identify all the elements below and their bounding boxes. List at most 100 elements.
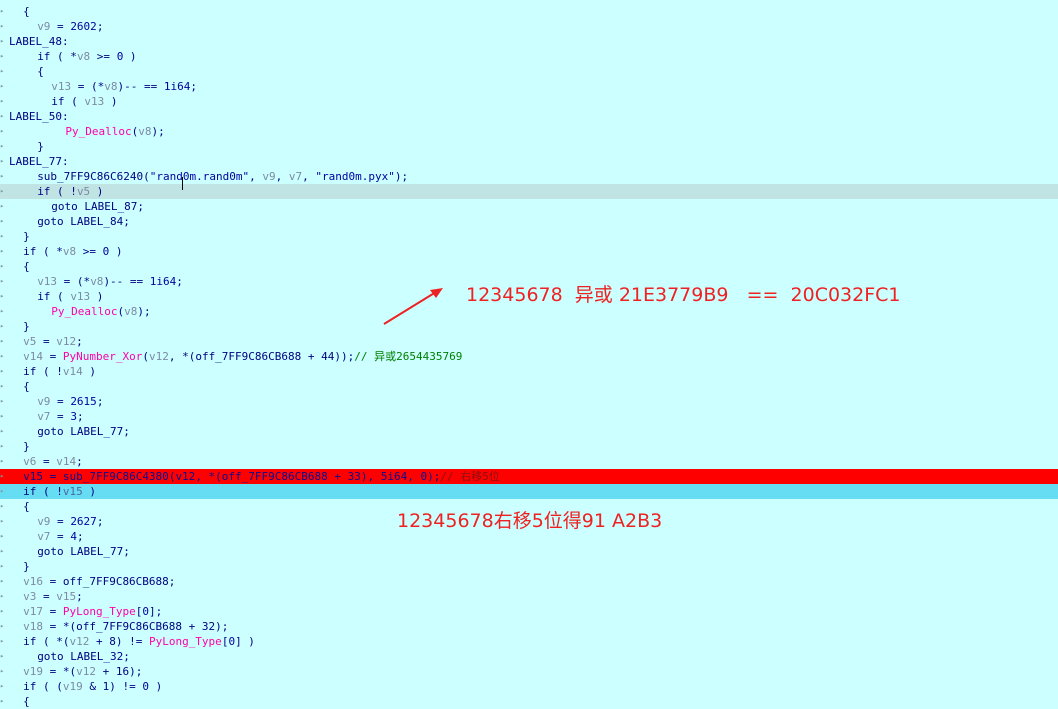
code-token: { — [23, 5, 30, 18]
code-line[interactable]: ▸{ — [0, 4, 1058, 19]
code-line[interactable]: ▸{ — [0, 379, 1058, 394]
code-line[interactable]: ▸ if ( *v8 >= 0 ) — [0, 244, 1058, 259]
code-token: v8 — [62, 245, 77, 258]
code-line[interactable]: ▸ v9 = 2602; — [0, 19, 1058, 34]
code-token: = — [36, 590, 57, 603]
code-token: } — [23, 560, 30, 573]
gutter-marker: ▸ — [0, 487, 4, 495]
code-text: v14 = PyNumber_Xor(v12, *(off_7FF9C86CB6… — [23, 349, 462, 364]
gutter-marker: ▸ — [0, 277, 4, 285]
code-token: ; — [76, 455, 83, 468]
code-line[interactable]: ▸ if ( *(v12 + 8) != PyLong_Type[0] ) — [0, 634, 1058, 649]
code-token: v16 — [23, 575, 43, 588]
code-token: , *(off_7FF9C86CB688 + 33), — [195, 470, 381, 483]
code-token: ; — [176, 275, 183, 288]
code-line[interactable]: ▸ v17 = PyLong_Type[0]; — [0, 604, 1058, 619]
code-line[interactable]: ▸ v13 = (*v8)-- == 1i64; — [0, 79, 1058, 94]
code-line[interactable]: ▸ v18 = *(off_7FF9C86CB688 + 32); — [0, 619, 1058, 634]
code-token: v7 — [288, 170, 303, 183]
code-line[interactable]: ▸} — [0, 229, 1058, 244]
code-line[interactable]: ▸{ — [0, 64, 1058, 79]
gutter-marker: ▸ — [0, 562, 4, 570]
code-text: if ( !v5 ) — [37, 184, 103, 199]
text-cursor — [182, 177, 183, 190]
code-text: v7 = 3; — [37, 409, 83, 424]
code-text: goto LABEL_32; — [37, 649, 130, 664]
code-line[interactable]: ▸ v14 = PyNumber_Xor(v12, *(off_7FF9C86CB… — [0, 349, 1058, 364]
code-line[interactable]: ▸ goto LABEL_77; — [0, 544, 1058, 559]
gutter-marker: ▸ — [0, 337, 4, 345]
code-text: LABEL_77: — [9, 154, 69, 169]
code-token: goto — [37, 425, 64, 438]
code-line[interactable]: ▸ v9 = 2615; — [0, 394, 1058, 409]
code-line[interactable]: ▸{ — [0, 259, 1058, 274]
code-text: if ( *v8 >= 0 ) — [37, 49, 136, 64]
code-line[interactable]: ▸ if ( v13 ) — [0, 94, 1058, 109]
code-text: if ( v13 ) — [51, 94, 117, 109]
code-text: goto LABEL_84; — [37, 214, 130, 229]
code-line[interactable]: ▸ if ( !v14 ) — [0, 364, 1058, 379]
code-line[interactable]: ▸ goto LABEL_77; — [0, 424, 1058, 439]
code-text: v3 = v15; — [23, 589, 83, 604]
code-token: , — [249, 170, 263, 183]
code-token: LABEL_77; — [63, 425, 130, 438]
code-text: v19 = *(v12 + 16); — [23, 664, 142, 679]
code-line[interactable]: ▸ v16 = off_7FF9C86CB688; — [0, 574, 1058, 589]
code-line[interactable]: ▸ LABEL_48: — [0, 34, 1058, 49]
code-line[interactable]: ▸ v7 = 3; — [0, 409, 1058, 424]
code-token: LABEL_84; — [63, 215, 130, 228]
code-line[interactable]: ▸} — [0, 559, 1058, 574]
code-token: v7 — [37, 530, 51, 543]
code-line[interactable]: ▸ Py_Dealloc(v8); — [0, 124, 1058, 139]
code-line[interactable]: ▸ if ( (v19 & 1) != 0 ) — [0, 679, 1058, 694]
code-token: = off_7FF9C86CB688; — [42, 575, 176, 588]
code-line[interactable]: ▸ v19 = *(v12 + 16); — [0, 664, 1058, 679]
code-line[interactable]: ▸} — [0, 319, 1058, 334]
code-line[interactable]: ▸} — [0, 139, 1058, 154]
code-token: = — [50, 530, 71, 543]
code-line[interactable]: ▸ if ( !v15 ) — [0, 484, 1058, 499]
code-line[interactable]: ▸ v6 = v14; — [0, 454, 1058, 469]
code-token: if — [37, 185, 51, 198]
code-token: v12 — [76, 665, 96, 678]
code-text: { — [23, 499, 30, 514]
code-line[interactable]: ▸ goto LABEL_84; — [0, 214, 1058, 229]
code-token: 0 — [142, 605, 149, 618]
code-token: 2627 — [70, 515, 97, 528]
code-token: v8 — [76, 50, 91, 63]
code-token: ) — [90, 290, 104, 303]
code-text: { — [23, 259, 30, 274]
code-token: = (* — [57, 275, 91, 288]
code-token: v8 — [124, 305, 138, 318]
code-text: } — [23, 439, 30, 454]
code-line[interactable]: ▸ goto LABEL_87; — [0, 199, 1058, 214]
code-token: , — [275, 170, 289, 183]
code-token: LABEL_77; — [63, 545, 130, 558]
code-token: ); — [137, 305, 151, 318]
code-token: v19 — [62, 680, 83, 693]
pseudocode-view[interactable]: ▸{▸ v9 = 2602; ▸ LABEL_48: ▸ if ( *v8 >= 0 ) ▸… — [0, 0, 1058, 708]
code-token: v17 — [23, 605, 43, 618]
code-token: 1i64 — [149, 275, 177, 288]
code-token: LABEL_48: — [9, 35, 69, 48]
code-token: ( — [50, 290, 71, 303]
code-line[interactable]: ▸ v5 = v12; — [0, 334, 1058, 349]
code-token: 1i64 — [163, 80, 191, 93]
code-token: ); — [427, 470, 441, 483]
code-line[interactable]: ▸} — [0, 439, 1058, 454]
code-token: ) — [90, 185, 104, 198]
code-token: ; — [76, 335, 83, 348]
code-line[interactable]: ▸ sub_7FF9C86C6240("rand0m.rand0m", v9, v… — [0, 169, 1058, 184]
code-line[interactable]: ▸ v15 = sub_7FF9C86C4380(v12, *(off_7FF9C… — [0, 469, 1058, 484]
code-line[interactable]: ▸ LABEL_50: — [0, 109, 1058, 124]
code-line[interactable]: ▸ goto LABEL_32; — [0, 649, 1058, 664]
gutter-marker: ▸ — [0, 22, 4, 30]
gutter-marker: ▸ — [0, 307, 4, 315]
code-token: PyLong_Type — [62, 605, 136, 618]
code-line[interactable]: ▸ v3 = v15; — [0, 589, 1058, 604]
code-token: { — [23, 380, 30, 393]
code-line[interactable]: ▸ LABEL_77: — [0, 154, 1058, 169]
code-line[interactable]: ▸ if ( !v5 ) — [0, 184, 1058, 199]
code-token: 4 — [70, 530, 77, 543]
code-line[interactable]: ▸ if ( *v8 >= 0 ) — [0, 49, 1058, 64]
